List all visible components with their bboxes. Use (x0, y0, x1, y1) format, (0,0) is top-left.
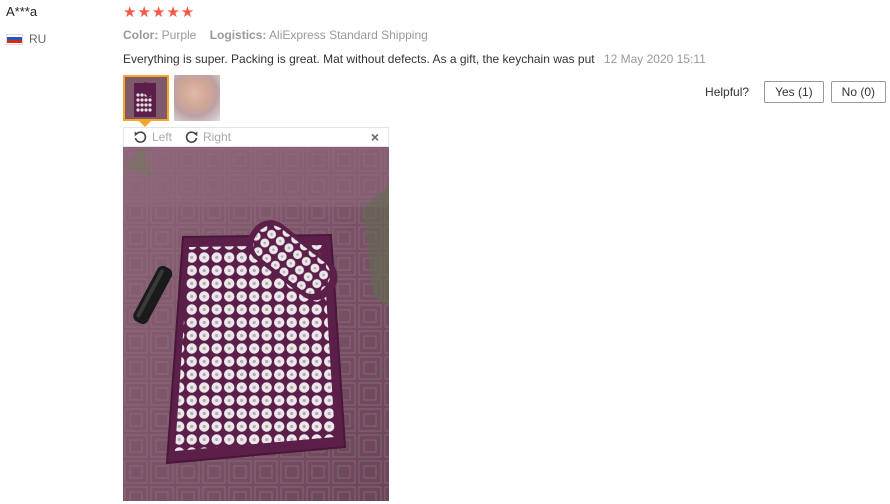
logistics-value: AliExpress Standard Shipping (269, 28, 428, 42)
rotate-left-label: Left (152, 130, 173, 144)
rotate-right-icon (185, 131, 198, 143)
helpful-yes-button[interactable]: Yes (1) (764, 81, 824, 103)
reviewer-info: A***a RU (6, 4, 46, 46)
review-photo-thumbnails (123, 75, 225, 121)
keychain-thumbnail-image (174, 75, 220, 121)
review-body: ★★★★★ Color: Purple Logistics: AliExpres… (123, 4, 890, 67)
helpful-question: Helpful? (705, 85, 750, 99)
photo-thumbnail-2[interactable] (174, 75, 220, 121)
mat-thumbnail-image (125, 77, 167, 119)
rotate-left-icon (134, 131, 147, 143)
reviewer-name: A***a (6, 4, 38, 19)
photo-thumbnail-1[interactable] (123, 75, 169, 121)
rotate-left-button[interactable]: Left (133, 130, 172, 144)
logistics-label: Logistics: (209, 28, 267, 42)
rotate-right-button[interactable]: Right (184, 130, 231, 144)
close-viewer-icon[interactable]: × (371, 129, 379, 145)
star-rating: ★★★★★ (123, 4, 196, 21)
helpful-voting: Helpful? Yes (1) No (0) (705, 81, 886, 103)
review-date: 12 May 2020 15:11 (603, 52, 706, 66)
color-value: Purple (161, 28, 197, 42)
color-label: Color: (123, 28, 159, 42)
helpful-no-button[interactable]: No (0) (830, 81, 886, 103)
country-code: RU (29, 32, 47, 46)
review-text: Everything is super. Packing is great. M… (123, 51, 890, 67)
review-content: Everything is super. Packing is great. M… (123, 52, 595, 66)
enlarged-review-photo (123, 147, 389, 501)
rotate-right-label: Right (203, 130, 232, 144)
russia-flag-icon (6, 33, 23, 45)
order-attributes: Color: Purple Logistics: AliExpress Stan… (123, 27, 890, 43)
acupressure-mat-photo (123, 147, 389, 501)
photo-viewer-toolbar: Left Right × (123, 127, 389, 147)
reviewer-country: RU (6, 32, 46, 46)
